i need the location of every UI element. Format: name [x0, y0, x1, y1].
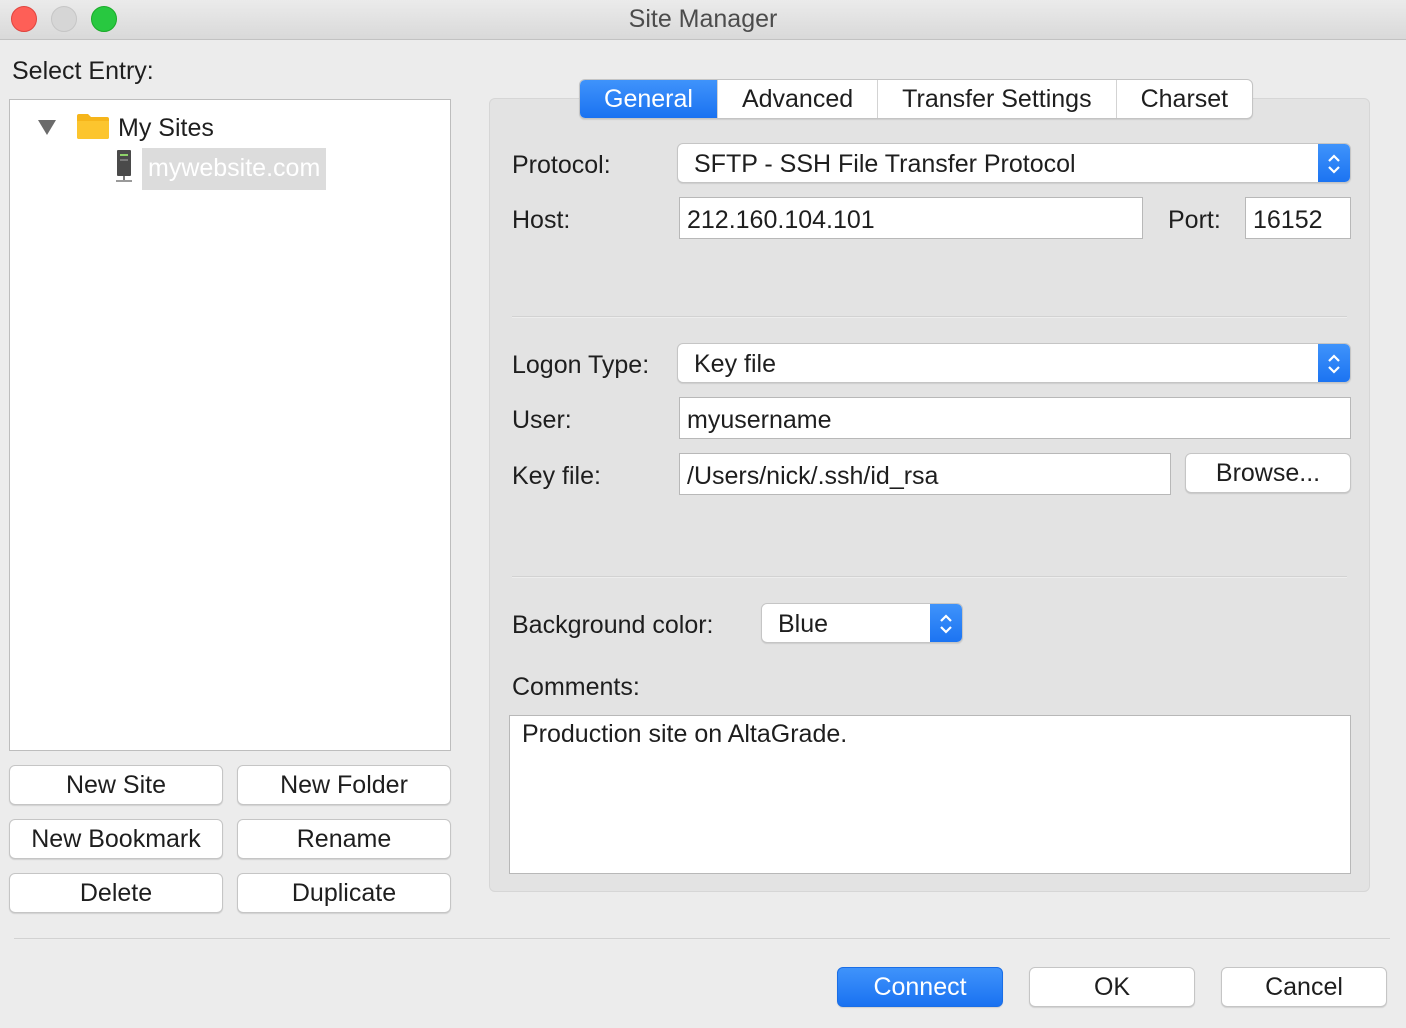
host-input[interactable]: 212.160.104.101	[679, 197, 1143, 239]
host-label: Host:	[512, 206, 571, 234]
new-site-button[interactable]: New Site	[9, 765, 223, 805]
user-label: User:	[512, 406, 572, 434]
disclosure-triangle-icon[interactable]	[38, 120, 56, 135]
delete-button[interactable]: Delete	[9, 873, 223, 913]
separator	[512, 576, 1347, 578]
connect-button[interactable]: Connect	[837, 967, 1003, 1007]
browse-button[interactable]: Browse...	[1185, 453, 1351, 493]
protocol-select[interactable]: SFTP - SSH File Transfer Protocol	[677, 143, 1351, 183]
site-manager-window: Site Manager Select Entry: My Sites mywe…	[0, 0, 1406, 1028]
separator	[512, 316, 1347, 318]
title-bar: Site Manager	[0, 0, 1406, 40]
background-color-value: Blue	[778, 610, 829, 638]
new-bookmark-button[interactable]: New Bookmark	[9, 819, 223, 859]
protocol-label: Protocol:	[512, 151, 611, 179]
background-color-select[interactable]: Blue	[761, 603, 963, 643]
tree-item-site[interactable]: mywebsite.com	[142, 148, 327, 190]
server-icon	[116, 150, 132, 182]
chevron-up-down-icon	[930, 604, 962, 642]
cancel-button[interactable]: Cancel	[1221, 967, 1387, 1007]
user-input[interactable]: myusername	[679, 397, 1351, 439]
chevron-up-down-icon	[1318, 344, 1350, 382]
tab-charset[interactable]: Charset	[1115, 80, 1253, 118]
port-input[interactable]: 16152	[1245, 197, 1351, 239]
ok-button[interactable]: OK	[1029, 967, 1195, 1007]
select-entry-label: Select Entry:	[12, 57, 154, 85]
logon-type-select[interactable]: Key file	[677, 343, 1351, 383]
key-file-label: Key file:	[512, 462, 601, 490]
port-label: Port:	[1168, 206, 1221, 234]
window-title: Site Manager	[628, 5, 778, 33]
folder-icon	[77, 114, 109, 139]
logon-type-value: Key file	[694, 350, 776, 378]
settings-tabs: General Advanced Transfer Settings Chars…	[579, 79, 1254, 119]
key-file-input[interactable]: /Users/nick/.ssh/id_rsa	[679, 453, 1171, 495]
comments-label: Comments:	[512, 673, 640, 701]
site-tree[interactable]: My Sites mywebsite.com	[9, 99, 451, 751]
logon-type-label: Logon Type:	[512, 351, 650, 379]
duplicate-button[interactable]: Duplicate	[237, 873, 451, 913]
background-color-label: Background color:	[512, 611, 714, 639]
tab-transfer-settings[interactable]: Transfer Settings	[877, 80, 1115, 118]
tab-general[interactable]: General	[580, 80, 717, 118]
tree-item-my-sites[interactable]: My Sites	[118, 114, 214, 143]
new-folder-button[interactable]: New Folder	[237, 765, 451, 805]
separator	[14, 938, 1390, 940]
comments-textarea[interactable]: Production site on AltaGrade.	[509, 715, 1351, 874]
protocol-value: SFTP - SSH File Transfer Protocol	[694, 150, 1076, 178]
chevron-up-down-icon	[1318, 144, 1350, 182]
tab-advanced[interactable]: Advanced	[716, 80, 877, 118]
rename-button[interactable]: Rename	[237, 819, 451, 859]
